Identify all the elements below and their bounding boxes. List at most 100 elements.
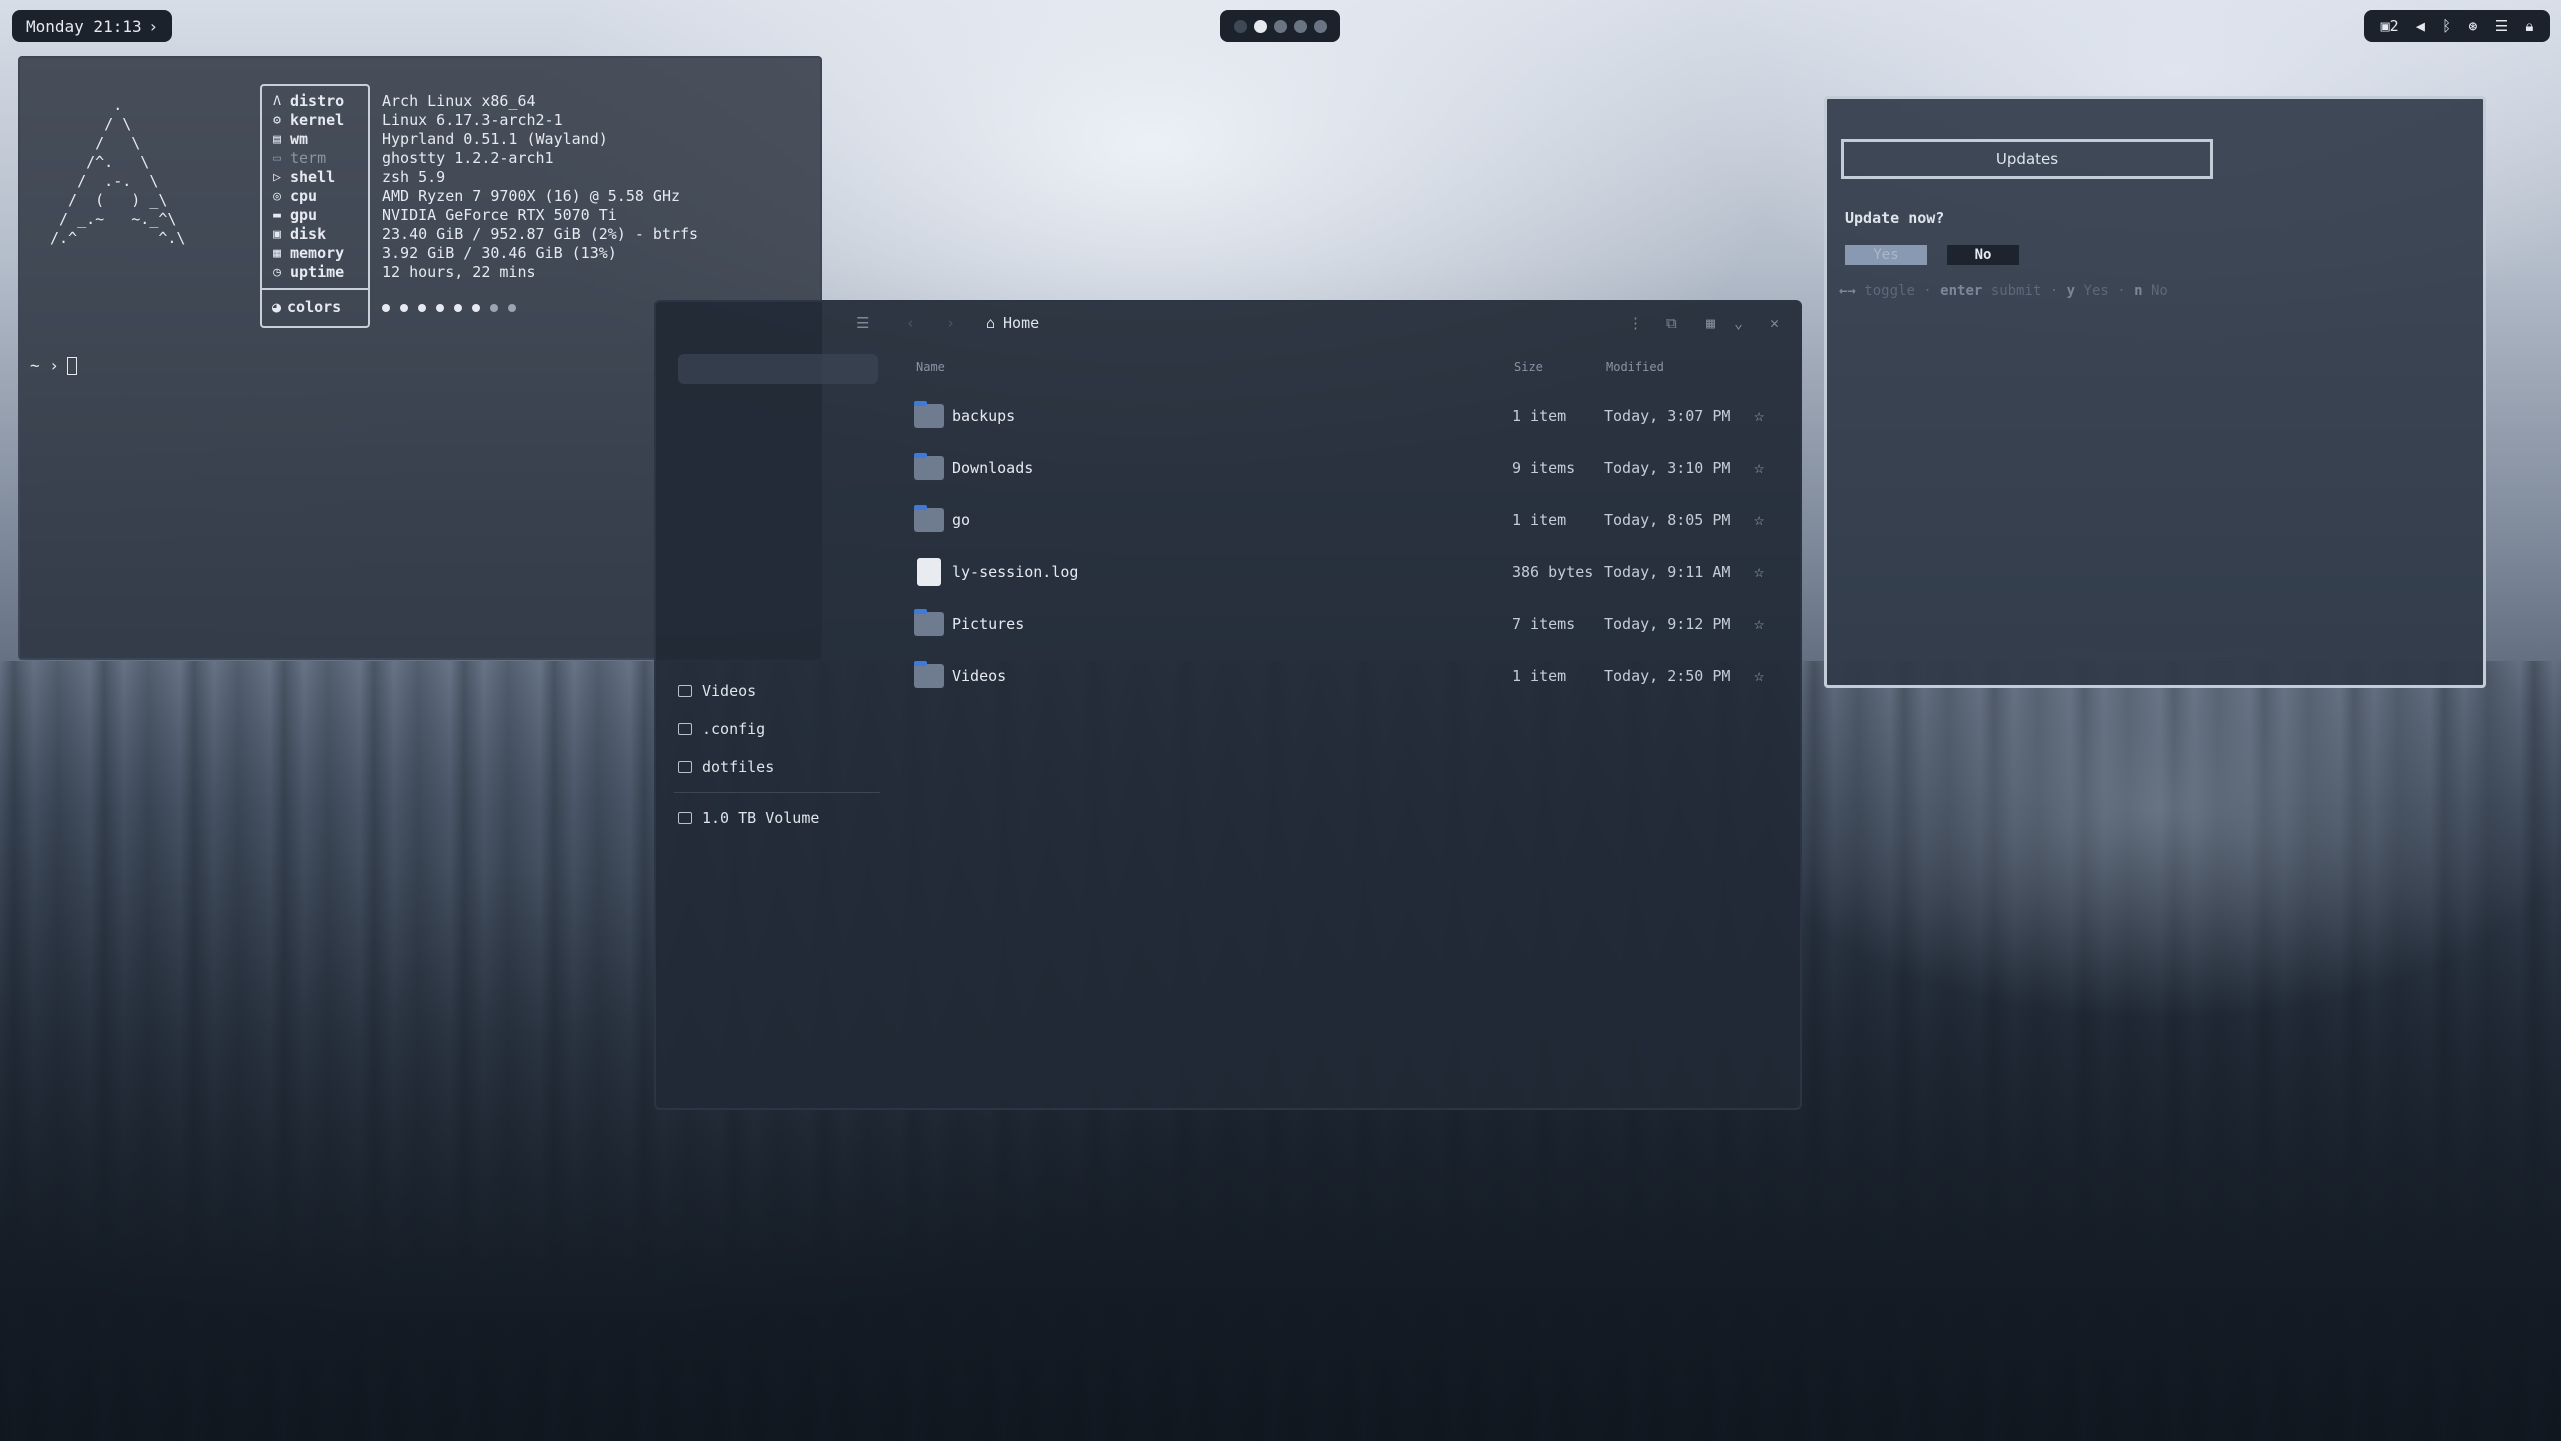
grid-view-icon[interactable]: ▦ — [1706, 314, 1715, 332]
network-icon[interactable]: ⊛ — [2468, 17, 2477, 35]
field-key: gpu — [290, 206, 318, 224]
home-icon: ⌂ — [986, 314, 996, 332]
file-row[interactable]: ly-session.log 386 bytes Today, 9:11 AM … — [914, 552, 1774, 592]
close-icon[interactable]: ✕ — [1770, 314, 1779, 332]
help-key: enter — [1940, 283, 1983, 299]
star-icon[interactable]: ☆ — [1754, 406, 1764, 426]
palette-icon: ◕ — [272, 298, 282, 316]
kernel-value: Linux 6.17.3-arch2-1 — [382, 111, 563, 129]
sidebar-item-label: .config — [702, 720, 766, 738]
workspace-dot[interactable] — [1293, 19, 1307, 33]
sidebar-item-config[interactable]: .config — [678, 720, 765, 738]
location-bar[interactable]: ⌂ Home — [986, 314, 1039, 332]
help-key: ←→ — [1839, 283, 1856, 299]
workspace-dot[interactable] — [1233, 19, 1247, 33]
workspace-dot-active[interactable] — [1253, 19, 1267, 33]
help-key: y — [2066, 283, 2076, 299]
field-key: cpu — [290, 187, 318, 205]
help-key: n — [2134, 283, 2143, 299]
arch-icon: Λ — [273, 94, 281, 109]
star-icon[interactable]: ☆ — [1754, 562, 1764, 582]
star-icon[interactable]: ☆ — [1754, 614, 1764, 634]
bluetooth-icon[interactable]: ᛒ — [2442, 17, 2451, 35]
system-tray: ▣2 ◀ ᛒ ⊛ ☰ 🔒︎ — [2364, 10, 2550, 42]
color-dot — [454, 304, 462, 312]
workspace-dot[interactable] — [1273, 19, 1287, 33]
gpu-icon: ▬ — [273, 208, 281, 223]
memory-icon: ▦ — [273, 246, 281, 261]
sidebar-item-volume[interactable]: 1.0 TB Volume — [678, 809, 819, 827]
file-row[interactable]: go 1 item Today, 8:05 PM ☆ — [914, 500, 1774, 540]
shell-icon: ▷ — [273, 170, 281, 185]
new-folder-icon[interactable]: ⧉ — [1666, 314, 1677, 332]
file-name: backups — [952, 407, 1016, 425]
keyboard-icon: ▤ — [273, 132, 281, 147]
volume-icon[interactable]: ◀ — [2416, 17, 2425, 35]
field-key: disk — [290, 225, 327, 243]
sidebar-item-dotfiles[interactable]: dotfiles — [678, 758, 774, 776]
lock-icon[interactable]: 🔒︎ — [2525, 17, 2533, 35]
gpu-value: NVIDIA GeForce RTX 5070 Ti — [382, 206, 617, 224]
chevron-down-icon[interactable]: ⌄ — [1734, 314, 1743, 332]
colors-label: ◕ colors — [272, 298, 341, 316]
forward-icon[interactable]: › — [946, 314, 955, 332]
workspace-dot[interactable] — [1313, 19, 1327, 33]
more-options-icon[interactable]: ⋮ — [1628, 314, 1643, 332]
cpu-value: AMD Ryzen 7 9700X (16) @ 5.58 GHz — [382, 187, 681, 205]
shell-prompt[interactable]: ~ › — [30, 356, 77, 375]
column-modified[interactable]: Modified — [1606, 360, 1664, 374]
updates-window[interactable]: Updates Update now? Yes No ←→ toggle · e… — [1824, 96, 2486, 688]
file-manager-window[interactable]: Videos .config dotfiles 1.0 TB Volume ☰ … — [654, 300, 1802, 1110]
yes-button[interactable]: Yes — [1845, 245, 1927, 265]
disk-icon: ▣ — [273, 227, 281, 242]
file-size: 9 items — [1512, 459, 1576, 477]
color-dot — [490, 304, 498, 312]
field-key: shell — [290, 168, 336, 186]
star-icon[interactable]: ☆ — [1754, 458, 1764, 478]
column-size[interactable]: Size — [1514, 360, 1543, 374]
clock-widget[interactable]: Monday 21:13 › — [12, 10, 172, 42]
help-text: submit — [1990, 283, 2042, 299]
file-modified: Today, 3:10 PM — [1604, 459, 1731, 477]
color-palette — [382, 304, 516, 312]
color-dot — [508, 304, 516, 312]
text-cursor — [66, 356, 77, 375]
prompt-symbol: ~ › — [30, 356, 59, 375]
star-icon[interactable]: ☆ — [1754, 510, 1764, 530]
wm-value: Hyprland 0.51.1 (Wayland) — [382, 130, 608, 148]
folder-icon — [914, 505, 944, 532]
help-text: No — [2150, 283, 2168, 299]
workspace-indicator[interactable] — [1220, 10, 1340, 42]
arch-logo-ascii: . / \ / \ /^. \ / .-. \ / ( ) _\ / _.~ ~… — [50, 96, 186, 247]
sidebar-toggle-icon[interactable]: ☰ — [856, 314, 869, 332]
file-name: Downloads — [952, 459, 1034, 477]
color-dot — [418, 304, 426, 312]
help-text: toggle — [1864, 283, 1915, 299]
update-question: Update now? — [1845, 209, 1945, 227]
box-icon[interactable]: ▣2 — [2381, 17, 2399, 35]
pictures-folder-icon — [914, 609, 944, 636]
sidebar-item-videos[interactable]: Videos — [678, 682, 756, 700]
location-label: Home — [1003, 314, 1040, 332]
drive-icon — [678, 812, 692, 824]
file-row[interactable]: Downloads 9 items Today, 3:10 PM ☆ — [914, 448, 1774, 488]
file-modified: Today, 2:50 PM — [1604, 667, 1731, 685]
sidebar-item-selected[interactable] — [678, 354, 878, 384]
clock-icon: ◷ — [273, 265, 281, 280]
terminal-icon: ▭ — [273, 151, 281, 166]
file-modified: Today, 9:12 PM — [1604, 615, 1731, 633]
no-button[interactable]: No — [1947, 245, 2019, 265]
updates-title: Updates — [1841, 139, 2213, 179]
star-icon[interactable]: ☆ — [1754, 666, 1764, 686]
file-row[interactable]: Videos 1 item Today, 2:50 PM ☆ — [914, 656, 1774, 696]
memory-value: 3.92 GiB / 30.46 GiB (13%) — [382, 244, 617, 262]
file-modified: Today, 9:11 AM — [1604, 563, 1731, 581]
file-size: 7 items — [1512, 615, 1576, 633]
back-icon[interactable]: ‹ — [906, 314, 915, 332]
file-row[interactable]: backups 1 item Today, 3:07 PM ☆ — [914, 396, 1774, 436]
color-dot — [400, 304, 408, 312]
settings-icon[interactable]: ☰ — [2495, 17, 2508, 35]
keybinding-help: ←→ toggle · enter submit · y Yes · n No — [1839, 283, 2168, 299]
column-name[interactable]: Name — [916, 360, 945, 374]
file-row[interactable]: Pictures 7 items Today, 9:12 PM ☆ — [914, 604, 1774, 644]
